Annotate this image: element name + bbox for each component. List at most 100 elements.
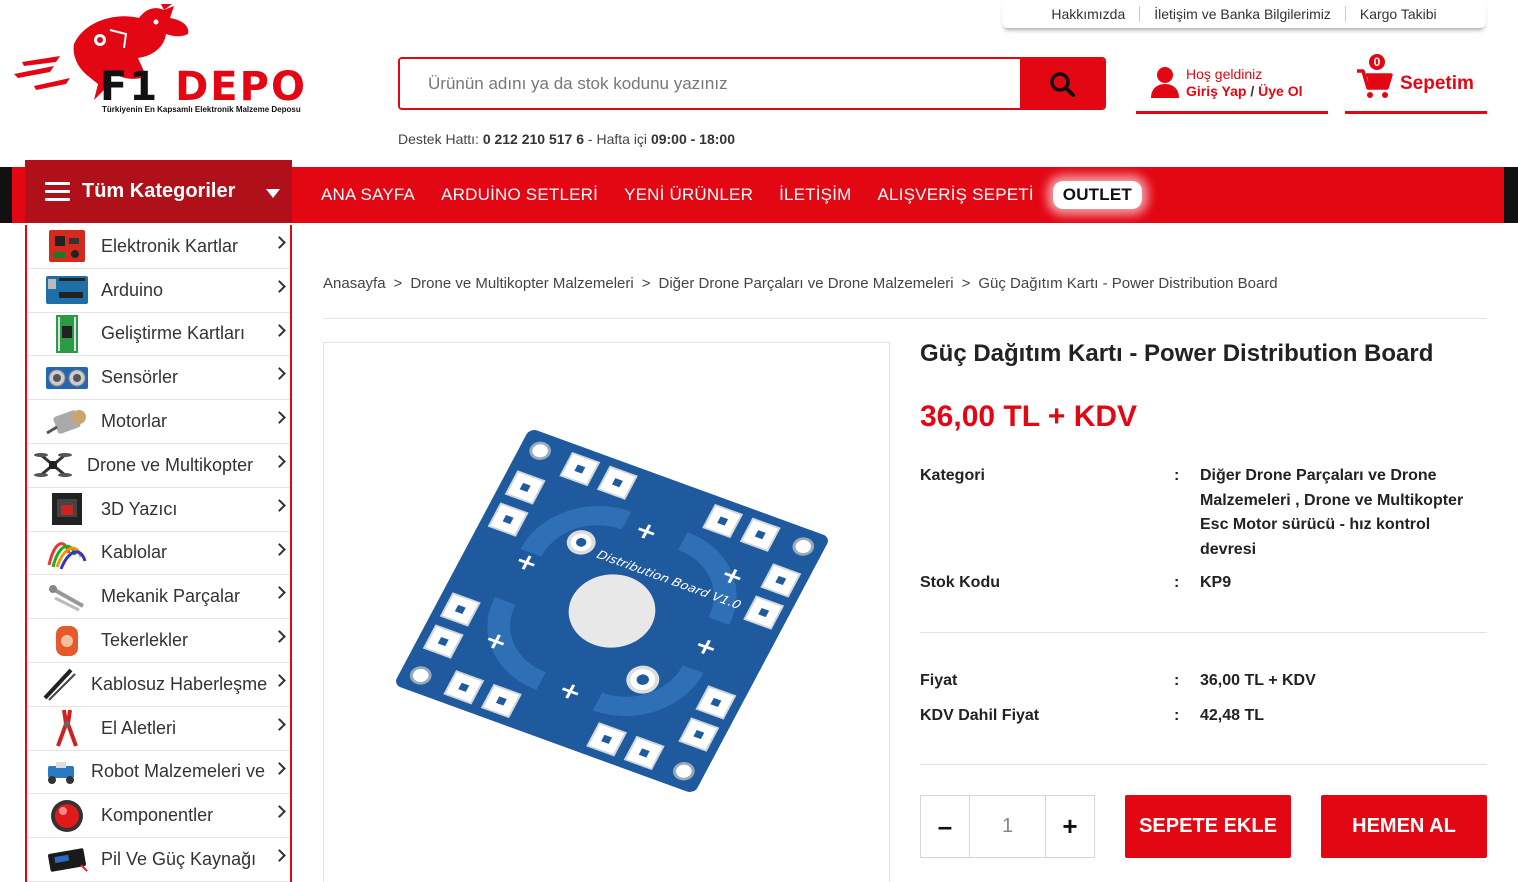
battery-icon: [48, 847, 88, 872]
navbar-edge-left: [0, 167, 12, 223]
cart-count-badge: 0: [1367, 52, 1387, 72]
increase-quantity-button[interactable]: +: [1046, 796, 1094, 857]
quantity-input[interactable]: 1: [969, 796, 1046, 857]
all-categories-button[interactable]: Tüm Kategoriler: [25, 160, 292, 223]
nav-contact[interactable]: İLETİŞİM: [766, 185, 864, 205]
category-item-components[interactable]: Komponentler: [27, 794, 290, 839]
product-price: 36,00 TL + KDV: [920, 400, 1138, 433]
price-value: 36,00 TL + KDV: [1200, 672, 1316, 689]
breadcrumb-current[interactable]: Güç Dağıtım Kartı - Power Distribution B…: [978, 275, 1277, 292]
breadcrumb-separator: >: [393, 275, 403, 292]
chevron-right-icon: [273, 455, 286, 468]
category-item-dev-boards[interactable]: Geliştirme Kartları: [27, 313, 290, 357]
breadcrumb-separator: >: [641, 275, 651, 292]
robot-icon: [48, 761, 74, 784]
category-label: Komponentler: [101, 805, 214, 826]
cart-icon: [1357, 69, 1393, 98]
board-icon: [49, 230, 85, 263]
add-to-cart-button[interactable]: SEPETE EKLE: [1125, 795, 1291, 858]
account-box[interactable]: Hoş geldiniz Giriş Yap / Üye Ol: [1136, 60, 1328, 114]
category-item-wheels[interactable]: Tekerlekler: [27, 619, 290, 663]
cable-icon: [47, 542, 87, 570]
quantity-stepper: – 1 +: [920, 795, 1095, 858]
nav-arduino-sets[interactable]: ARDUİNO SETLERİ: [428, 185, 611, 205]
antenna-icon: [43, 668, 76, 702]
support-phone: 0 212 210 517 6: [482, 131, 585, 147]
category-item-sensors[interactable]: Sensörler: [27, 356, 290, 401]
login-link[interactable]: Giriş Yap: [1186, 83, 1246, 99]
hamburger-icon: [45, 177, 70, 206]
category-item-hand-tools[interactable]: El Aletleri: [27, 707, 290, 751]
category-label: Pil Ve Güç Kaynağı: [101, 849, 257, 870]
category-item-arduino[interactable]: Arduino: [27, 269, 290, 313]
logo-tagline: Türkiyenin En Kapsamlı Elektronik Malzem…: [102, 105, 301, 114]
motor-icon: [46, 409, 86, 434]
main-navbar: Tüm Kategoriler ANA SAYFA ARDUİNO SETLER…: [0, 160, 1518, 223]
breadcrumb-home[interactable]: Anasayfa: [323, 275, 386, 292]
user-icon: [1151, 67, 1179, 98]
drone-icon: [34, 453, 72, 478]
search-bar: [398, 57, 1106, 110]
category-label: Kablosuz Haberleşme: [91, 673, 268, 694]
cargo-tracking-link[interactable]: Kargo Takibi: [1346, 6, 1451, 22]
divider: [920, 764, 1487, 765]
category-item-drone[interactable]: Drone ve Multikopter: [27, 444, 290, 488]
cart-button[interactable]: 0 Sepetim: [1345, 52, 1487, 114]
category-label: Robot Malzemeleri ve: [91, 761, 266, 782]
logo-depo: DEPO: [175, 64, 307, 110]
chevron-right-icon: [273, 674, 286, 687]
category-label: El Aletleri: [101, 717, 177, 738]
logo-text: F1 DEPO: [100, 64, 307, 110]
category-label: Elektronik Kartlar: [101, 235, 239, 256]
decrease-quantity-button[interactable]: –: [921, 796, 969, 857]
category-label: Arduino: [101, 279, 164, 300]
category-item-wireless[interactable]: Kablosuz Haberleşme: [27, 663, 290, 707]
nav-home[interactable]: ANA SAYFA: [308, 185, 428, 205]
site-logo[interactable]: F1 DEPO Türkiyenin En Kapsamlı Elektroni…: [14, 4, 372, 116]
buy-now-button[interactable]: HEMEN AL: [1321, 795, 1487, 858]
colon: :: [1174, 707, 1180, 724]
category-item-motors[interactable]: Motorlar: [27, 400, 290, 444]
sensor-icon: [46, 366, 88, 389]
breadcrumb-drone-parts[interactable]: Diğer Drone Parçaları ve Drone Malzemele…: [659, 275, 954, 292]
category-label: Sensörler: [101, 367, 179, 388]
sku-label: Stok Kodu: [920, 574, 1000, 591]
price-label: Fiyat: [920, 672, 958, 689]
divider: [323, 318, 1487, 319]
category-item-battery[interactable]: Pil Ve Güç Kaynağı: [27, 838, 290, 882]
register-link[interactable]: Üye Ol: [1258, 83, 1302, 99]
support-hours-label: - Hafta içi: [587, 131, 648, 147]
main-menu: ANA SAYFA ARDUİNO SETLERİ YENİ ÜRÜNLER İ…: [308, 167, 1142, 223]
support-hours: 09:00 - 18:00: [650, 131, 735, 147]
category-sidebar: Elektronik Kartlar Arduino Geliştirme Ka…: [25, 225, 292, 882]
chevron-right-icon: [273, 761, 286, 775]
category-item-mechanical[interactable]: Mekanik Parçalar: [27, 575, 290, 620]
category-label: Kablolar: [101, 542, 168, 563]
category-item-electronic-boards[interactable]: Elektronik Kartlar: [27, 225, 290, 269]
category-label: Mekanik Parçalar: [101, 586, 241, 607]
search-button[interactable]: [1020, 59, 1104, 108]
search-input[interactable]: [400, 59, 1020, 108]
contact-bank-link[interactable]: İletişim ve Banka Bilgilerimiz: [1140, 6, 1345, 22]
dev-board-icon: [56, 314, 78, 353]
breadcrumb-drone[interactable]: Drone ve Multikopter Malzemeleri: [410, 275, 633, 292]
sku-value: KP9: [1200, 574, 1232, 591]
nav-outlet[interactable]: OUTLET: [1052, 181, 1142, 209]
caret-down-icon: [266, 189, 280, 198]
nav-new-products[interactable]: YENİ ÜRÜNLER: [611, 185, 766, 205]
category-item-robot[interactable]: Robot Malzemeleri ve: [27, 751, 290, 795]
screw-icon: [49, 584, 84, 612]
about-link[interactable]: Hakkımızda: [1037, 6, 1139, 22]
divider: [920, 632, 1487, 633]
nav-shopping-cart[interactable]: ALIŞVERİŞ SEPETİ: [865, 185, 1047, 205]
category-label: Motorlar: [101, 411, 168, 432]
category-item-cables[interactable]: Kablolar: [27, 532, 290, 576]
search-icon: [1050, 71, 1075, 97]
support-label: Destek Hattı:: [398, 131, 479, 147]
category-label: Drone ve Multikopter: [87, 454, 254, 475]
colon: :: [1174, 574, 1180, 591]
navbar-edge-right: [1504, 167, 1518, 223]
category-value[interactable]: Diğer Drone Parçaları ve Drone Malzemele…: [1200, 464, 1490, 562]
product-image[interactable]: + + + + + + Distribution Board V1.0: [323, 342, 890, 882]
category-item-3d-printer[interactable]: 3D Yazıcı: [27, 488, 290, 532]
